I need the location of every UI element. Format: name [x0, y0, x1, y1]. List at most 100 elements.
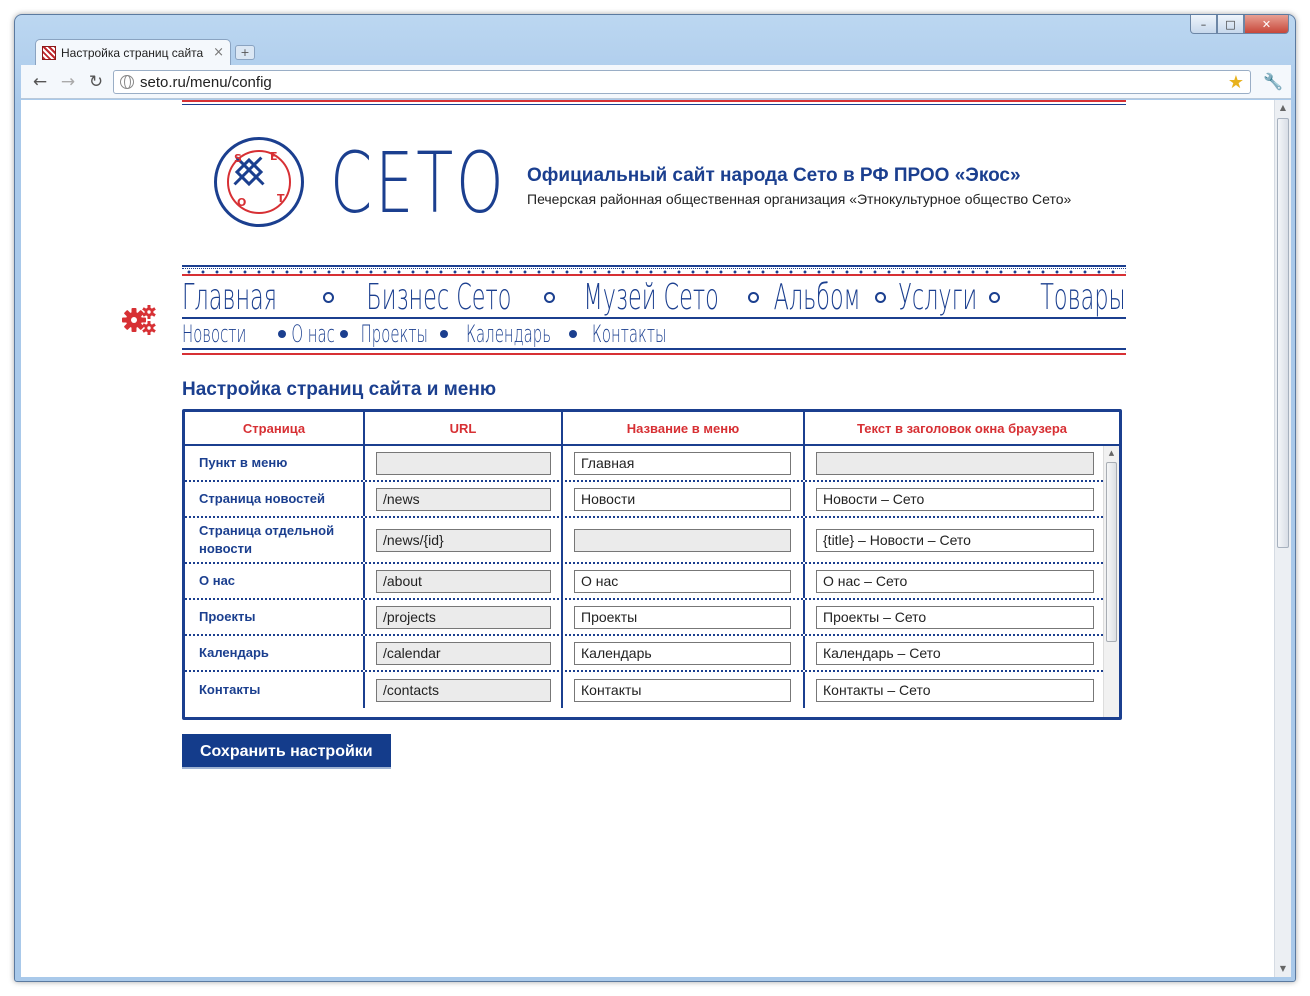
main-menu-item-services[interactable]: Услуги — [898, 277, 977, 318]
sub-menu-item-about[interactable]: О нас — [291, 320, 334, 348]
table-row: Контакты /contacts Контакты Контакты – С… — [185, 672, 1119, 708]
column-header-menu-name: Название в меню — [563, 412, 805, 444]
window-title-field[interactable]: Календарь – Сето — [816, 641, 1094, 665]
menu-separator — [989, 291, 1001, 303]
main-menu-item-goods[interactable]: Товары — [1041, 277, 1126, 318]
window-title-field[interactable]: Контакты – Сето — [816, 678, 1094, 702]
window-title-field[interactable]: Новости – Сето — [816, 487, 1094, 511]
page-scrollbar-thumb[interactable] — [1277, 118, 1289, 548]
gear-icon[interactable] — [121, 303, 157, 335]
url-field[interactable]: /news — [376, 487, 551, 511]
table-row: Проекты /projects Проекты Проекты – Сето — [185, 600, 1119, 636]
url-field[interactable]: /about — [376, 569, 551, 593]
site-navigation: Главная Бизнес Сето Музей Сето Альбом Ус… — [182, 265, 1126, 357]
save-settings-button[interactable]: Сохранить настройки — [182, 734, 391, 769]
site-header: S E T O СЕТО Официальный сайт народа Сет… — [182, 105, 1126, 265]
close-window-button[interactable]: ✕ — [1244, 15, 1289, 34]
globe-icon — [120, 75, 134, 89]
row-page-label: О нас — [185, 564, 365, 598]
browser-toolbar: ← → ↻ seto.ru/menu/config ★ 🔧 — [21, 65, 1291, 99]
seto-logo-icon[interactable]: S E T O — [214, 137, 304, 227]
sub-menu: Новости О нас Проекты Календарь Контакты — [182, 320, 668, 348]
browser-window: – □ ✕ Настройка страниц сайта × + ← → ↻ … — [14, 14, 1296, 982]
menu-separator — [440, 330, 449, 338]
main-menu-item-museum[interactable]: Музей Сето — [584, 277, 719, 318]
browser-tab[interactable]: Настройка страниц сайта × — [35, 39, 231, 65]
nav-ornament-line — [182, 265, 1126, 267]
menu-name-field[interactable]: Новости — [574, 487, 791, 511]
menu-separator — [339, 330, 348, 338]
main-menu-item-business[interactable]: Бизнес Сето — [366, 277, 511, 318]
page-title: Настройка страниц сайта и меню — [182, 379, 497, 400]
menu-separator — [569, 330, 578, 338]
table-scrollbar[interactable]: ▲ — [1103, 446, 1119, 717]
menu-name-field[interactable]: Календарь — [574, 641, 791, 665]
sub-menu-item-news[interactable]: Новости — [182, 320, 246, 348]
sub-menu-item-calendar[interactable]: Календарь — [466, 320, 551, 348]
favicon-icon — [42, 45, 56, 60]
table-row: Страница отдельной новости /news/{id} {t… — [185, 518, 1119, 564]
back-icon[interactable]: ← — [29, 71, 51, 93]
scroll-up-icon[interactable]: ▲ — [1275, 100, 1291, 116]
menu-separator — [875, 291, 887, 303]
menu-separator — [748, 291, 760, 303]
table-row: О нас /about О нас О нас – Сето — [185, 564, 1119, 600]
table-header: Страница URL Название в меню Текст в заг… — [185, 412, 1119, 446]
sub-menu-item-projects[interactable]: Проекты — [360, 320, 427, 348]
url-field[interactable]: /calendar — [376, 641, 551, 665]
url-field[interactable]: /news/{id} — [376, 528, 551, 552]
logo-letter: O — [237, 196, 247, 209]
tab-close-icon[interactable]: × — [213, 45, 224, 60]
main-menu-item-album[interactable]: Альбом — [774, 277, 861, 318]
window-title-field[interactable]: {title} – Новости – Сето — [816, 528, 1094, 552]
nav-ornament-line — [182, 353, 1126, 355]
menu-name-field[interactable]: О нас — [574, 569, 791, 593]
menu-name-field[interactable] — [574, 528, 791, 552]
window-controls: – □ ✕ — [1190, 15, 1289, 34]
table-scrollbar-thumb[interactable] — [1106, 462, 1117, 642]
menu-name-field[interactable]: Контакты — [574, 678, 791, 702]
site-wordmark[interactable]: СЕТО — [330, 141, 507, 225]
scroll-up-icon[interactable]: ▲ — [1104, 446, 1119, 460]
nav-ornament-line — [182, 317, 1126, 319]
url-field[interactable] — [376, 451, 551, 475]
column-header-window-title: Текст в заголовок окна браузера — [856, 420, 1068, 436]
address-bar[interactable]: seto.ru/menu/config ★ — [113, 70, 1251, 94]
table-row: Пункт в меню Главная — [185, 446, 1119, 482]
reload-icon[interactable]: ↻ — [85, 71, 107, 93]
menu-separator — [322, 291, 334, 303]
logo-letter: E — [270, 150, 278, 163]
menu-name-field[interactable]: Главная — [574, 451, 791, 475]
url-field[interactable]: /contacts — [376, 678, 551, 702]
logo-letter: T — [277, 192, 285, 205]
page-scrollbar[interactable]: ▲ ▼ — [1274, 100, 1291, 977]
url-text[interactable]: seto.ru/menu/config — [140, 74, 1228, 91]
main-menu-item-home[interactable]: Главная — [182, 277, 277, 318]
table-body: Пункт в меню Главная Страница новостей /… — [185, 446, 1119, 717]
scroll-down-icon[interactable]: ▼ — [1275, 961, 1291, 977]
nav-ornament-line — [182, 348, 1126, 350]
site-subtitle: Печерская районная общественная организа… — [527, 191, 1072, 207]
tab-title: Настройка страниц сайта — [61, 45, 204, 60]
window-title-field[interactable]: Проекты – Сето — [816, 605, 1094, 629]
row-page-label: Страница отдельной новости — [185, 518, 365, 562]
column-header-url: URL — [365, 412, 563, 444]
window-title-field[interactable]: О нас – Сето — [816, 569, 1094, 593]
logo-letter: S — [234, 152, 242, 165]
row-page-label: Контакты — [185, 672, 365, 708]
wrench-icon[interactable]: 🔧 — [1263, 72, 1283, 91]
bookmark-star-icon[interactable]: ★ — [1228, 72, 1244, 93]
sub-menu-item-contacts[interactable]: Контакты — [592, 320, 667, 348]
minimize-button[interactable]: – — [1190, 15, 1217, 34]
menu-name-field[interactable]: Проекты — [574, 605, 791, 629]
window-title-field[interactable] — [816, 451, 1094, 475]
maximize-button[interactable]: □ — [1217, 15, 1244, 34]
menu-separator — [277, 330, 286, 338]
url-field[interactable]: /projects — [376, 605, 551, 629]
new-tab-button[interactable]: + — [235, 45, 255, 60]
forward-icon[interactable]: → — [57, 71, 79, 93]
main-menu: Главная Бизнес Сето Музей Сето Альбом Ус… — [182, 277, 1126, 318]
site-title: Официальный сайт народа Сето в РФ ПРОО «… — [527, 165, 1021, 186]
row-page-label: Страница новостей — [185, 482, 365, 516]
row-page-label: Пункт в меню — [185, 446, 365, 480]
